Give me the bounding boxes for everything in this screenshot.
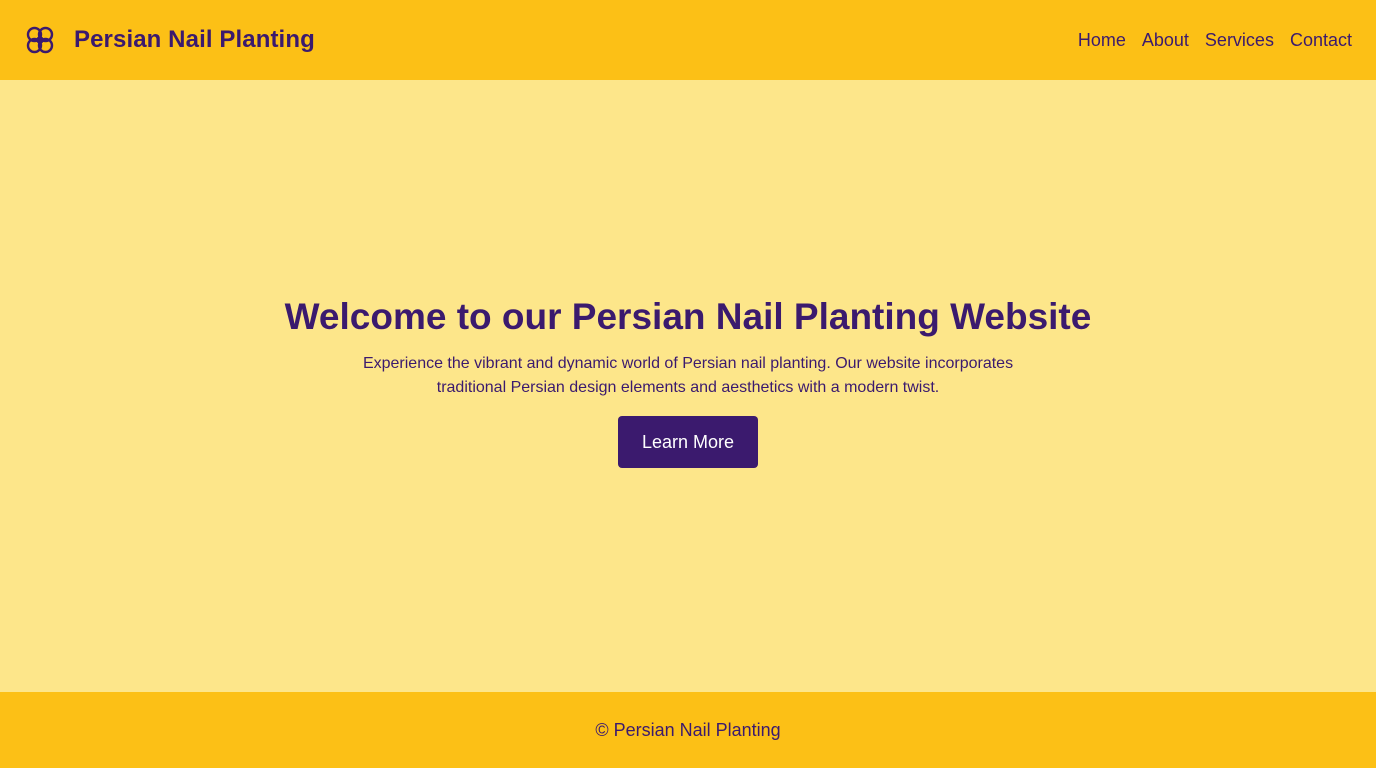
flower-knot-icon <box>24 24 56 56</box>
hero-title: Welcome to our Persian Nail Planting Web… <box>284 296 1092 337</box>
site-title: Persian Nail Planting <box>74 26 315 53</box>
nav-contact-link[interactable]: Contact <box>1290 30 1352 51</box>
site-footer: © Persian Nail Planting <box>0 692 1376 768</box>
nav-home-link[interactable]: Home <box>1078 30 1126 51</box>
main-nav: Home About Services Contact <box>1078 30 1352 51</box>
footer-copyright: © Persian Nail Planting <box>595 719 781 740</box>
nav-about-link[interactable]: About <box>1142 30 1189 51</box>
hero-section: Welcome to our Persian Nail Planting Web… <box>0 80 1376 692</box>
nav-services-link[interactable]: Services <box>1205 30 1274 51</box>
brand[interactable]: Persian Nail Planting <box>24 24 315 56</box>
hero-description: Experience the vibrant and dynamic world… <box>362 355 1014 396</box>
learn-more-button[interactable]: Learn More <box>617 416 759 468</box>
site-header: Persian Nail Planting Home About Service… <box>0 0 1376 80</box>
